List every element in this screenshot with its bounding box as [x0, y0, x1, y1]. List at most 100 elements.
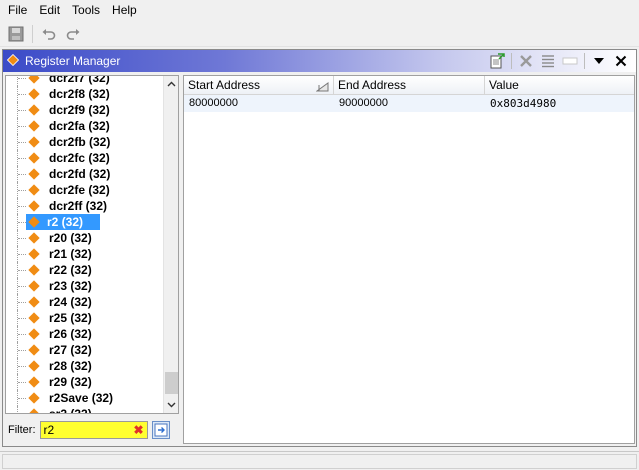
tree-item[interactable]: r23 (32)	[6, 278, 165, 294]
redo-button[interactable]	[63, 24, 83, 44]
tree-item-label: dcr2ff (32)	[49, 199, 108, 213]
cell-start-address[interactable]: 80000000	[184, 95, 334, 112]
tree-item-label: r2 (32)	[45, 214, 86, 230]
tree-item[interactable]: r22 (32)	[6, 262, 165, 278]
tree-branch-line	[18, 270, 26, 271]
menu-help[interactable]: Help	[106, 0, 143, 21]
export-button[interactable]	[486, 51, 508, 71]
remove-button[interactable]	[515, 51, 537, 71]
register-diamond-icon	[28, 264, 40, 276]
tree-item[interactable]: r20 (32)	[6, 230, 165, 246]
scroll-thumb[interactable]	[165, 372, 178, 394]
tree-item-label: r22 (32)	[49, 263, 92, 277]
undo-button[interactable]	[39, 24, 59, 44]
tree-item[interactable]: r27 (32)	[6, 342, 165, 358]
register-diamond-icon	[28, 248, 40, 260]
close-button[interactable]	[610, 51, 632, 71]
column-value[interactable]: Value	[485, 76, 634, 95]
register-diamond-icon	[28, 280, 40, 292]
tree-item[interactable]: r2Save (32)	[6, 390, 165, 406]
menu-edit[interactable]: Edit	[33, 0, 66, 21]
address-table: Start Address End Address Value 80000000…	[183, 75, 635, 444]
minimize-button[interactable]	[559, 51, 581, 71]
register-diamond-icon	[6, 53, 20, 69]
tree-branch-line	[18, 126, 26, 127]
tree-item[interactable]: dcr2ff (32)	[6, 198, 165, 214]
tree-item[interactable]: r28 (32)	[6, 358, 165, 374]
filter-input[interactable]: r2 ✖	[39, 421, 148, 439]
tree-item[interactable]: r29 (32)	[6, 374, 165, 390]
register-diamond-icon	[28, 136, 40, 148]
tree-item-label: dcr2fc (32)	[49, 151, 110, 165]
register-tree[interactable]: dcr2f7 (32) dcr2f8 (32) dcr2f9 (32) dcr2fa …	[5, 75, 179, 414]
tree-item-label: r2Save (32)	[49, 391, 114, 405]
minimize-icon	[562, 57, 578, 65]
tree-item-label: dcr2f8 (32)	[49, 87, 110, 101]
tree-item[interactable]: r26 (32)	[6, 326, 165, 342]
tree-item[interactable]: r25 (32)	[6, 310, 165, 326]
tree-item[interactable]: dcr2fe (32)	[6, 182, 165, 198]
tree-item[interactable]: sr2 (32)	[6, 406, 165, 413]
chevron-down-icon	[594, 58, 604, 64]
tree-item[interactable]: r2 (32)	[6, 214, 165, 230]
tree-branch-line	[18, 366, 26, 367]
apply-filter-icon	[154, 423, 167, 437]
tree-vertical-scrollbar[interactable]	[163, 76, 178, 413]
tree-branch-line	[18, 206, 26, 207]
panel-actions	[486, 51, 632, 71]
tree-item-label: r23 (32)	[49, 279, 92, 293]
tree-item-label: dcr2f9 (32)	[49, 103, 110, 117]
tree-branch-line	[18, 398, 26, 399]
tree-branch-line	[18, 142, 26, 143]
tree-branch-line	[18, 254, 26, 255]
filter-bar: Filter: r2 ✖	[5, 418, 179, 442]
register-diamond-icon	[28, 312, 40, 324]
status-bar	[0, 451, 639, 470]
tree-item-label: r25 (32)	[49, 311, 92, 325]
tree-item-label: r26 (32)	[49, 327, 92, 341]
column-start-address-label: Start Address	[188, 78, 261, 92]
clear-filter-icon[interactable]: ✖	[133, 424, 143, 436]
menu-tools[interactable]: Tools	[66, 0, 106, 21]
cell-value[interactable]: 0x803d4980	[485, 95, 634, 112]
toolbar-separator	[32, 24, 33, 43]
tree-item[interactable]: r21 (32)	[6, 246, 165, 262]
list-button[interactable]	[537, 51, 559, 71]
register-diamond-icon	[28, 200, 40, 212]
chevron-up-icon	[167, 81, 176, 87]
list-icon	[542, 55, 554, 68]
tree-item[interactable]: dcr2f9 (32)	[6, 102, 165, 118]
register-diamond-icon	[28, 296, 40, 308]
register-diamond-icon	[28, 152, 40, 164]
table-row[interactable]: 80000000 90000000 0x803d4980	[184, 95, 634, 112]
undo-icon	[42, 28, 56, 40]
tree-branch-line	[18, 78, 26, 79]
menu-bar: File Edit Tools Help	[0, 0, 639, 21]
scroll-down-button[interactable]	[164, 397, 178, 413]
tree-item[interactable]: dcr2f7 (32)	[6, 76, 165, 86]
panel-actions-separator-2	[584, 53, 585, 69]
view-menu-button[interactable]	[588, 51, 610, 71]
tree-branch-line	[18, 238, 26, 239]
tree-item[interactable]: dcr2fd (32)	[6, 166, 165, 182]
register-diamond-icon	[28, 184, 40, 196]
tree-branch-line	[18, 94, 26, 95]
export-icon	[490, 53, 505, 69]
scroll-up-button[interactable]	[164, 76, 178, 92]
tree-branch-line	[18, 286, 26, 287]
tree-item[interactable]: dcr2fa (32)	[6, 118, 165, 134]
tree-guide-line	[17, 76, 18, 86]
tree-item[interactable]: r24 (32)	[6, 294, 165, 310]
column-end-address[interactable]: End Address	[334, 76, 485, 95]
column-start-address[interactable]: Start Address	[184, 76, 334, 95]
tree-item[interactable]: dcr2f8 (32)	[6, 86, 165, 102]
cell-end-address[interactable]: 90000000	[334, 95, 485, 112]
save-button[interactable]	[6, 24, 26, 44]
apply-filter-button[interactable]	[151, 421, 170, 439]
panel-actions-separator	[511, 53, 512, 69]
menu-file[interactable]: File	[2, 0, 33, 21]
register-diamond-icon	[28, 408, 40, 413]
tree-item[interactable]: dcr2fc (32)	[6, 150, 165, 166]
panel-title: Register Manager	[25, 54, 121, 68]
tree-item[interactable]: dcr2fb (32)	[6, 134, 165, 150]
